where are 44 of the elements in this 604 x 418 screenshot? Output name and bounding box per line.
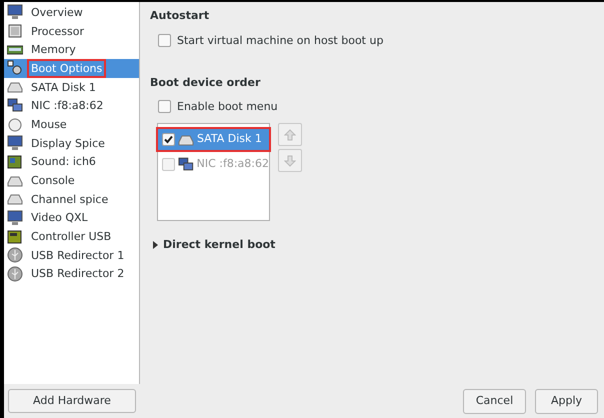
sound-card-icon — [7, 154, 23, 170]
checkbox-label: Enable boot menu — [177, 98, 278, 114]
sidebar-item[interactable]: USB Redirector 1 — [4, 246, 139, 265]
sidebar-item[interactable]: Display Spice — [4, 134, 139, 152]
move-up-button[interactable] — [278, 123, 302, 146]
monitor-icon — [7, 4, 23, 20]
network-icon — [178, 156, 194, 172]
direct-kernel-boot-expander[interactable]: Direct kernel boot — [152, 237, 598, 254]
controller-card-icon — [7, 228, 23, 245]
sidebar-item[interactable]: Mouse — [4, 115, 139, 134]
monitor-icon — [7, 135, 23, 152]
sidebar-item[interactable]: Video QXL — [4, 208, 139, 228]
sidebar-item[interactable]: Sound: ich6 — [4, 152, 139, 172]
checkbox-label: Start virtual machine on host boot up — [177, 32, 384, 48]
dialog-button[interactable]: Cancel — [463, 388, 526, 414]
sidebar-item[interactable]: Overview — [4, 3, 139, 22]
checkbox[interactable] — [158, 34, 171, 48]
checkbox[interactable] — [162, 133, 175, 146]
checkbox[interactable] — [158, 100, 171, 114]
add-hardware-button[interactable]: Add Hardware — [8, 389, 136, 413]
move-down-button[interactable] — [278, 149, 302, 172]
device-label: NIC :f8:a8:62 — [196, 156, 269, 172]
mouse-icon — [7, 116, 23, 132]
sidebar-item[interactable]: Controller USB — [4, 227, 139, 246]
sidebar-item[interactable]: Console — [4, 171, 139, 190]
usb-icon — [7, 247, 23, 264]
section-heading: Autostart — [150, 8, 210, 24]
dialog-button[interactable]: Apply — [535, 388, 598, 414]
down-arrow-icon — [284, 154, 296, 166]
expander-arrow-icon — [152, 241, 158, 250]
section-heading: Boot device order — [150, 75, 262, 91]
sidebar-item[interactable]: Channel spice — [4, 190, 139, 209]
sidebar-item[interactable]: Processor — [4, 22, 139, 40]
usb-icon — [7, 266, 23, 282]
up-arrow-icon — [284, 128, 296, 140]
sidebar-item[interactable]: USB Redirector 2 — [4, 264, 139, 284]
device-label: SATA Disk 1 — [197, 131, 262, 148]
network-icon — [7, 98, 23, 114]
monitor-icon — [7, 210, 23, 226]
sidebar-item[interactable]: Memory — [4, 40, 139, 60]
check-icon — [164, 135, 173, 144]
chip-icon — [7, 23, 23, 40]
sidebar-item[interactable]: SATA Disk 1 — [4, 78, 139, 96]
sidebar-item[interactable]: NIC :f8:a8:62 — [4, 96, 139, 116]
